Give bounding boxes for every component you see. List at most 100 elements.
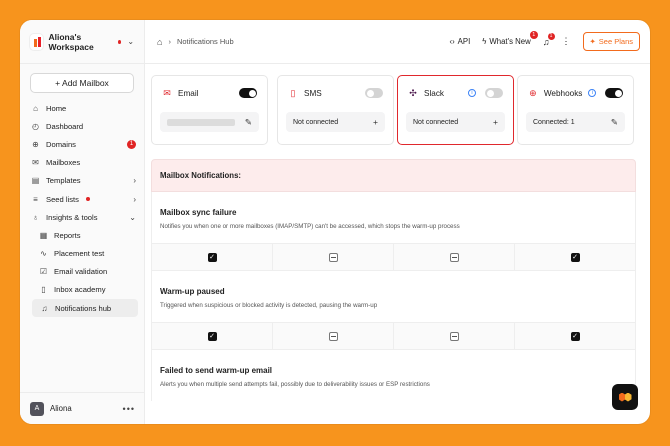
lightning-icon: ϟ: [482, 37, 487, 46]
sidebar-item-insights-tools[interactable]: ♁ Insights & tools ⌄: [20, 208, 144, 226]
sparkle-icon: ✦: [589, 37, 596, 46]
sidebar-item-label: Seed lists: [46, 194, 79, 204]
notification-failed-send-warmup: Failed to send warm-up email Alerts you …: [151, 350, 636, 401]
channel-name: Email: [178, 88, 199, 98]
slack-checkbox[interactable]: [449, 331, 459, 341]
sms-checkbox[interactable]: [328, 331, 338, 341]
email-checkbox[interactable]: ✓: [207, 331, 217, 341]
check-mail-icon: ☑: [39, 267, 48, 277]
globe-icon: ⊕: [32, 139, 39, 149]
sms-checkbox[interactable]: [328, 252, 338, 262]
notification-warmup-paused: Warm-up paused Triggered when suspicious…: [151, 271, 636, 350]
user-name: Aliona: [50, 404, 72, 413]
section-header: Mailbox Notifications:: [151, 159, 636, 192]
info-icon[interactable]: i: [468, 89, 476, 97]
avatar: A: [30, 401, 44, 416]
api-link[interactable]: ‹› API: [449, 37, 470, 46]
webhooks-checkbox[interactable]: ✓: [570, 331, 580, 341]
sidebar-item-label: Templates: [46, 176, 81, 186]
chevron-right-icon: ›: [168, 37, 171, 46]
sidebar-item-email-validation[interactable]: ☑ Email validation: [20, 263, 144, 281]
sidebar-item-templates[interactable]: ▤ Templates ›: [20, 172, 144, 190]
notification-description: Notifies you when one or more mailboxes …: [160, 223, 460, 230]
seed-lists-alert-dot: [85, 197, 90, 202]
chevron-right-icon: ›: [133, 194, 136, 204]
webhook-icon: ⊕: [529, 87, 537, 98]
sms-status: Not connected: [293, 118, 339, 126]
sidebar-item-inbox-academy[interactable]: ▯ Inbox academy: [20, 281, 144, 299]
chevron-down-icon: ⌄: [129, 212, 136, 222]
workspace-name: Aliona's Workspace: [48, 31, 94, 52]
sms-config-field: Not connected +: [286, 112, 385, 132]
domains-badge: 1: [127, 139, 136, 149]
workspace-alert-dot: [118, 39, 122, 44]
redacted-email-value: [167, 118, 235, 126]
notification-description: Alerts you when multiple send attempts f…: [160, 381, 430, 388]
pencil-icon[interactable]: ✎: [611, 117, 618, 128]
mail-icon: ✉: [32, 158, 39, 168]
breadcrumb: ⌂ › Notifications Hub: [157, 37, 234, 47]
sidebar-item-label: Placement test: [54, 249, 105, 259]
channel-card-sms: ▯ SMS Not connected +: [277, 75, 394, 145]
sidebar-item-label: Mailboxes: [46, 158, 81, 168]
email-checkbox[interactable]: ✓: [207, 252, 217, 262]
bell-icon: ♫: [41, 303, 48, 313]
notification-description: Triggered when suspicious or blocked act…: [160, 302, 378, 309]
user-menu[interactable]: A Aliona •••: [20, 392, 145, 424]
sidebar-item-seed-lists[interactable]: ≡ Seed lists ›: [20, 190, 144, 208]
chevron-updown-icon: ⌄: [127, 37, 135, 46]
notification-title: Failed to send warm-up email: [160, 366, 273, 375]
webhooks-checkbox[interactable]: ✓: [570, 252, 580, 262]
sidebar-item-dashboard[interactable]: ◴ Dashboard: [20, 117, 144, 135]
sidebar-item-home[interactable]: ⌂ Home: [20, 99, 144, 117]
slack-checkbox[interactable]: [449, 252, 459, 262]
notifications-table: Mailbox Notifications: Mailbox sync fail…: [151, 159, 636, 401]
sidebar-item-mailboxes[interactable]: ✉ Mailboxes: [20, 154, 144, 172]
pulse-icon: ∿: [40, 249, 47, 259]
chevron-right-icon: ›: [133, 176, 136, 186]
slack-toggle[interactable]: [485, 88, 503, 98]
kebab-menu-icon[interactable]: ⋮: [562, 36, 571, 47]
channel-name: Webhooks: [543, 88, 583, 98]
whats-new-button[interactable]: ϟ What's New 1: [482, 31, 538, 46]
sidebar: Aliona's Workspace ⌄ + Add Mailbox ⌂ Hom…: [20, 20, 145, 424]
see-plans-button[interactable]: ✦ See Plans: [582, 32, 640, 51]
notification-title: Warm-up paused: [160, 287, 225, 296]
info-icon[interactable]: i: [588, 89, 597, 97]
webhooks-toggle[interactable]: [605, 88, 623, 98]
home-icon[interactable]: ⌂: [157, 37, 162, 47]
sidebar-item-label: Domains: [46, 139, 76, 149]
report-icon: ▦: [39, 230, 48, 240]
plus-icon[interactable]: +: [373, 117, 378, 127]
more-options-icon[interactable]: •••: [123, 404, 135, 414]
sidebar-item-notifications-hub[interactable]: ♫ Notifications hub: [32, 299, 138, 318]
sidebar-item-label: Insights & tools: [46, 212, 98, 222]
slack-config-field: Not connected +: [406, 112, 505, 132]
sidebar-item-label: Dashboard: [46, 121, 84, 131]
email-toggle[interactable]: [239, 88, 257, 98]
bulb-icon: ♁: [32, 212, 39, 222]
sidebar-item-domains[interactable]: ⊕ Domains 1: [20, 135, 144, 153]
pencil-icon[interactable]: ✎: [245, 117, 252, 128]
plus-icon[interactable]: +: [493, 117, 498, 127]
chat-widget-button[interactable]: [612, 384, 638, 410]
whats-new-label: What's New: [489, 37, 531, 46]
channel-name: Slack: [424, 88, 445, 98]
notifications-button[interactable]: ♫ 1: [543, 32, 555, 47]
add-mailbox-button[interactable]: + Add Mailbox: [30, 73, 134, 93]
code-icon: ‹›: [449, 37, 455, 46]
workspace-switcher[interactable]: Aliona's Workspace ⌄: [20, 20, 144, 64]
phone-icon: ▯: [290, 87, 296, 98]
topbar: ⌂ › Notifications Hub ‹› API ϟ What's Ne…: [145, 20, 650, 64]
sms-toggle[interactable]: [365, 88, 383, 98]
sidebar-item-label: Email validation: [54, 267, 108, 277]
topbar-actions: ‹› API ϟ What's New 1 ♫ 1 ⋮ ✦ See Plans: [449, 31, 640, 51]
notifications-badge: 1: [547, 32, 555, 40]
app-window: Aliona's Workspace ⌄ + Add Mailbox ⌂ Hom…: [20, 20, 650, 424]
sidebar-item-placement-test[interactable]: ∿ Placement test: [20, 245, 144, 263]
sidebar-item-reports[interactable]: ▦ Reports: [20, 226, 144, 244]
sidebar-item-label: Inbox academy: [54, 285, 106, 295]
webhooks-config-field: Connected: 1 ✎: [526, 112, 625, 132]
brand-hex-icon: [618, 391, 632, 404]
channel-checkbox-row: ✓ ✓: [152, 322, 635, 350]
